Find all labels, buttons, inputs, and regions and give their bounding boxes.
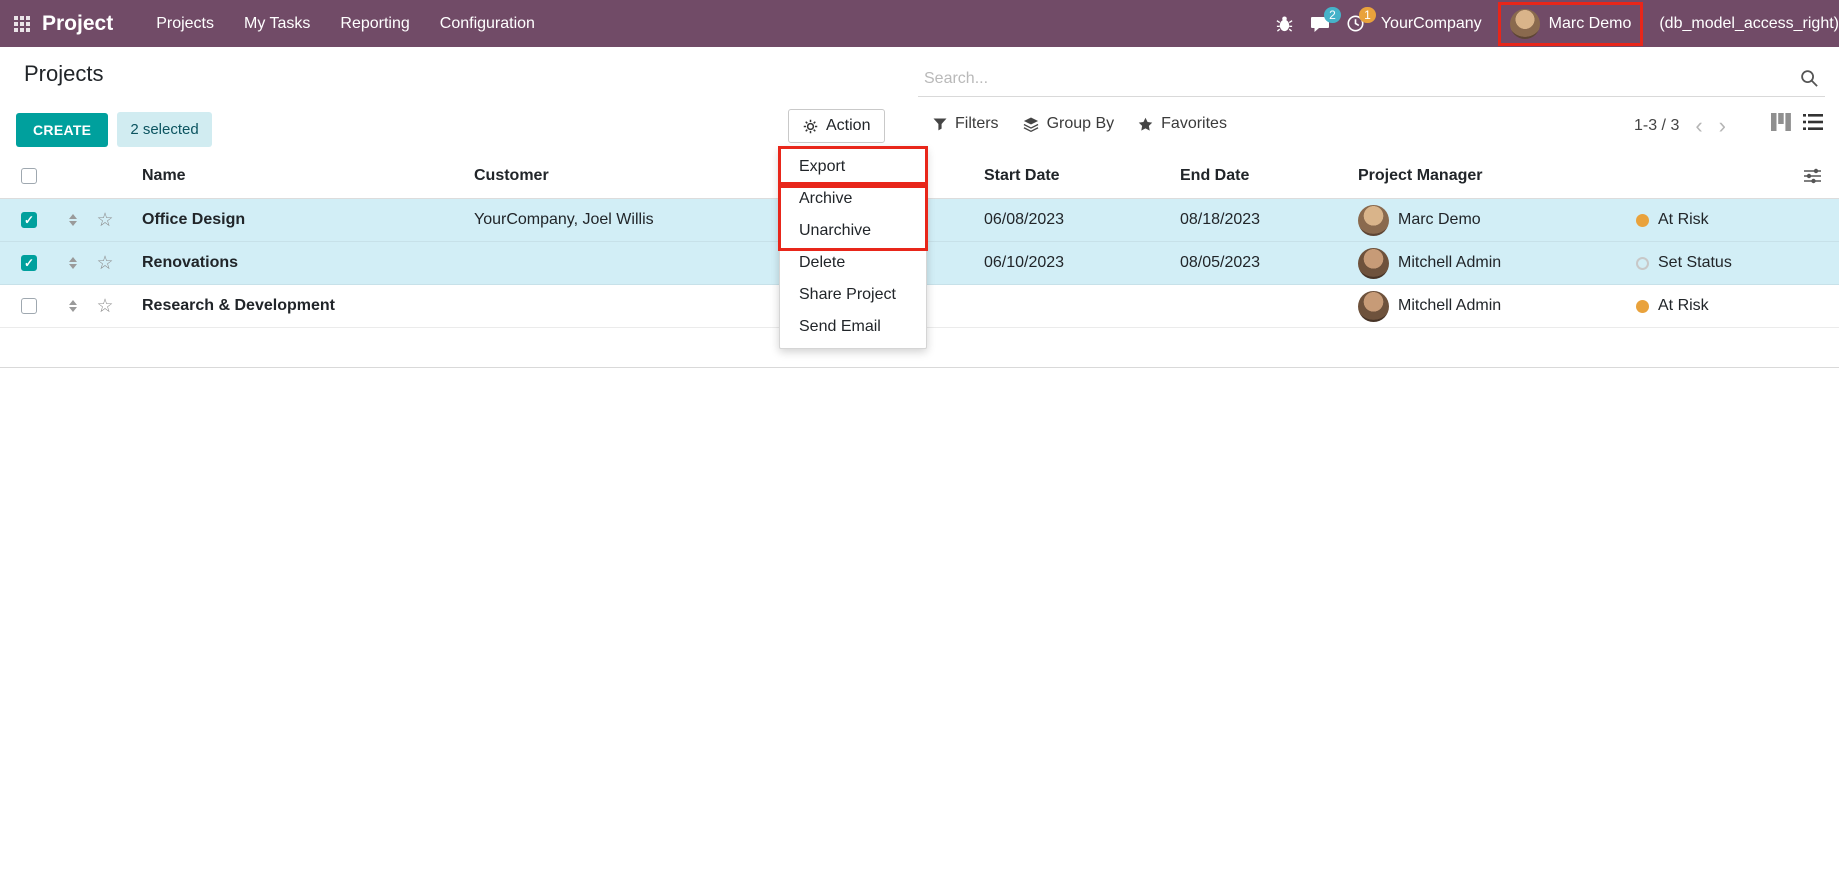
manager-name: Mitchell Admin bbox=[1398, 297, 1501, 315]
filters-button[interactable]: Filters bbox=[933, 115, 999, 133]
header-end-date[interactable]: End Date bbox=[1180, 167, 1358, 185]
favorites-star-icon bbox=[1138, 117, 1153, 132]
pager: 1-3 / 3 bbox=[1634, 117, 1726, 135]
row-checkbox[interactable] bbox=[21, 255, 37, 271]
menu-my-tasks[interactable]: My Tasks bbox=[229, 0, 325, 47]
action-menu-item-unarchive[interactable]: Unarchive bbox=[780, 215, 926, 247]
favorites-button[interactable]: Favorites bbox=[1138, 115, 1227, 133]
row-checkbox[interactable] bbox=[21, 298, 37, 314]
project-end-date: 08/05/2023 bbox=[1180, 254, 1358, 272]
control-panel-buttons: CREATE 2 selected Action Filters bbox=[0, 95, 1839, 153]
apps-grid-icon[interactable] bbox=[14, 16, 30, 32]
action-menu-item-archive[interactable]: Archive bbox=[780, 183, 926, 215]
kanban-view-button[interactable] bbox=[1771, 113, 1791, 131]
header-start-date[interactable]: Start Date bbox=[984, 167, 1180, 185]
user-menu[interactable]: Marc Demo bbox=[1498, 2, 1644, 46]
action-button-label: Action bbox=[826, 117, 870, 135]
project-manager-cell: Mitchell Admin bbox=[1358, 291, 1636, 322]
pager-previous-button[interactable] bbox=[1695, 118, 1702, 134]
messages-icon[interactable]: 2 bbox=[1310, 14, 1330, 34]
status-dot-icon bbox=[1636, 300, 1649, 313]
action-dropdown-menu: Export Archive Unarchive Delete Share Pr… bbox=[779, 147, 927, 349]
list-view-button[interactable] bbox=[1803, 113, 1823, 131]
action-menu-item-share-project[interactable]: Share Project bbox=[780, 279, 926, 311]
project-end-date: 08/18/2023 bbox=[1180, 211, 1358, 229]
row-checkbox[interactable] bbox=[21, 212, 37, 228]
search-input[interactable] bbox=[924, 70, 1800, 88]
drag-handle-icon[interactable] bbox=[58, 300, 88, 312]
layers-icon bbox=[1023, 117, 1039, 132]
user-name: Marc Demo bbox=[1549, 15, 1632, 33]
action-dropdown-button[interactable]: Action bbox=[788, 109, 885, 143]
manager-avatar bbox=[1358, 205, 1389, 236]
filter-funnel-icon bbox=[933, 118, 947, 131]
status-label: At Risk bbox=[1658, 297, 1709, 315]
menu-reporting[interactable]: Reporting bbox=[325, 0, 424, 47]
favorite-star-icon[interactable] bbox=[88, 209, 122, 232]
company-switcher[interactable]: YourCompany bbox=[1381, 15, 1482, 33]
manager-avatar bbox=[1358, 291, 1389, 322]
project-name: Office Design bbox=[122, 211, 474, 229]
header-project-manager[interactable]: Project Manager bbox=[1358, 167, 1636, 185]
messages-badge: 2 bbox=[1324, 7, 1341, 23]
group-by-label: Group By bbox=[1047, 115, 1115, 133]
status-dot-icon bbox=[1636, 257, 1649, 270]
header-name[interactable]: Name bbox=[122, 167, 474, 185]
project-name: Renovations bbox=[122, 254, 474, 272]
menu-projects[interactable]: Projects bbox=[141, 0, 229, 47]
view-switcher bbox=[1771, 113, 1823, 131]
project-status-cell[interactable]: At Risk bbox=[1636, 211, 1839, 229]
pager-next-button[interactable] bbox=[1719, 118, 1726, 134]
activities-clock-icon[interactable]: 1 bbox=[1346, 14, 1365, 33]
favorite-star-icon[interactable] bbox=[88, 295, 122, 318]
manager-name: Mitchell Admin bbox=[1398, 254, 1501, 272]
activities-badge: 1 bbox=[1359, 7, 1376, 23]
search-icon[interactable] bbox=[1800, 69, 1819, 88]
debug-bug-icon[interactable] bbox=[1275, 14, 1294, 33]
project-manager-cell: Marc Demo bbox=[1358, 205, 1636, 236]
action-menu-item-delete[interactable]: Delete bbox=[780, 247, 926, 279]
action-menu-item-export[interactable]: Export bbox=[780, 151, 926, 183]
project-start-date: 06/10/2023 bbox=[984, 254, 1180, 272]
gear-icon bbox=[803, 119, 818, 134]
create-button[interactable]: CREATE bbox=[16, 113, 108, 147]
manager-avatar bbox=[1358, 248, 1389, 279]
top-navbar: Project Projects My Tasks Reporting Conf… bbox=[0, 0, 1839, 47]
project-manager-cell: Mitchell Admin bbox=[1358, 248, 1636, 279]
control-panel-top: Projects bbox=[0, 47, 1839, 95]
drag-handle-icon[interactable] bbox=[58, 257, 88, 269]
optional-columns-icon[interactable] bbox=[1791, 168, 1839, 184]
pager-range: 1-3 / 3 bbox=[1634, 117, 1679, 135]
status-label: At Risk bbox=[1658, 211, 1709, 229]
favorite-star-icon[interactable] bbox=[88, 252, 122, 275]
project-status-cell[interactable]: Set Status bbox=[1636, 254, 1839, 272]
status-dot-icon bbox=[1636, 214, 1649, 227]
user-avatar bbox=[1510, 9, 1540, 39]
breadcrumb[interactable]: Projects bbox=[24, 61, 103, 87]
project-status-cell[interactable]: At Risk bbox=[1636, 297, 1839, 315]
menu-configuration[interactable]: Configuration bbox=[425, 0, 550, 47]
app-name[interactable]: Project bbox=[42, 12, 113, 36]
search-bar[interactable] bbox=[918, 61, 1825, 97]
status-label: Set Status bbox=[1658, 254, 1732, 272]
filters-label: Filters bbox=[955, 115, 999, 133]
project-start-date: 06/08/2023 bbox=[984, 211, 1180, 229]
project-name: Research & Development bbox=[122, 297, 474, 315]
drag-handle-icon[interactable] bbox=[58, 214, 88, 226]
favorites-label: Favorites bbox=[1161, 115, 1227, 133]
selected-count-badge[interactable]: 2 selected bbox=[117, 112, 211, 147]
action-menu-item-send-email[interactable]: Send Email bbox=[780, 311, 926, 343]
group-by-button[interactable]: Group By bbox=[1023, 115, 1115, 133]
manager-name: Marc Demo bbox=[1398, 211, 1481, 229]
database-label: (db_model_access_right) bbox=[1659, 15, 1839, 33]
select-all-checkbox[interactable] bbox=[21, 168, 37, 184]
